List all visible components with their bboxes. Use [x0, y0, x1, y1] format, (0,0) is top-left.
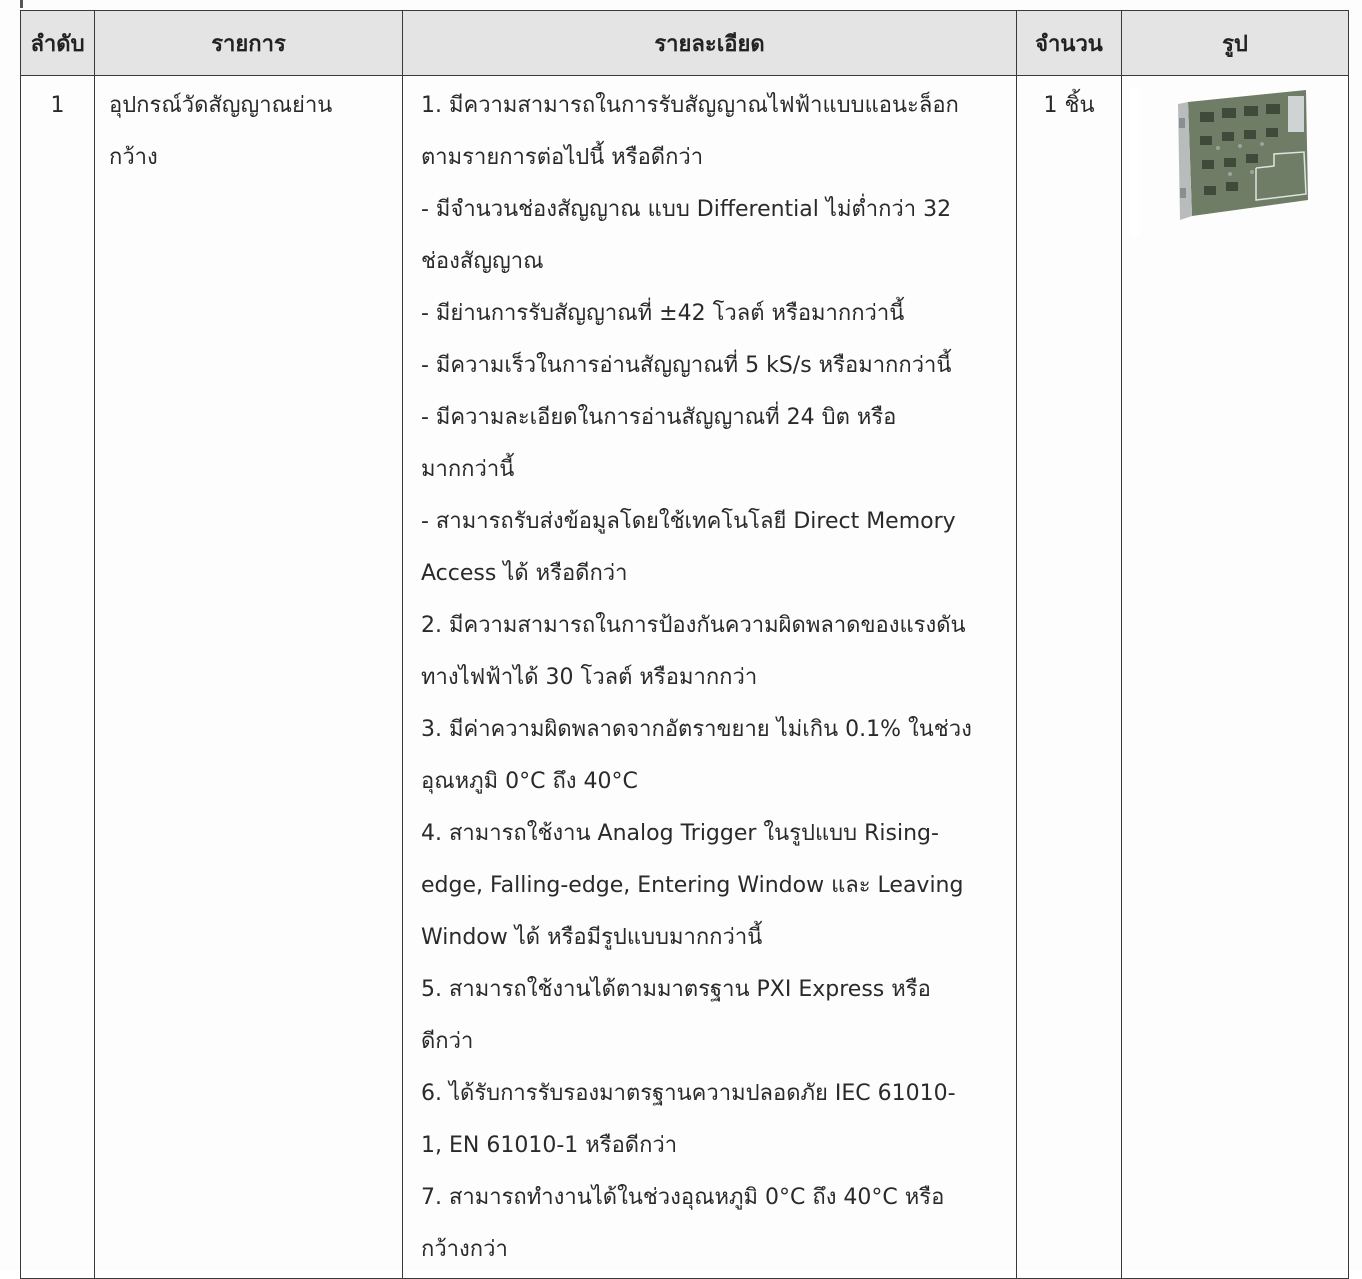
item-details: 1. มีความสามารถในการรับสัญญาณไฟฟ้าแบบแอน… [402, 75, 1017, 1279]
detail-line: 1, EN 61010-1 หรือดีกว่า [421, 1133, 678, 1158]
detail-line: ดีกว่า [421, 1029, 474, 1054]
product-image-cell [1121, 75, 1349, 1279]
detail-line: - มีจำนวนช่องสัญญาณ แบบ Differential ไม่… [421, 197, 952, 222]
detail-line: - สามารถรับส่งข้อมูลโดยใช้เทคโนโลยี Dire… [421, 509, 956, 534]
pxi-card-icon [1130, 88, 1340, 236]
detail-line: 3. มีค่าความผิดพลาดจากอัตราขยาย ไม่เกิน … [421, 717, 972, 742]
detail-line: Window ได้ หรือมีรูปแบบมากกว่านี้ [421, 925, 763, 950]
header-qty: จำนวน [1016, 10, 1122, 76]
detail-line: Access ได้ หรือดีกว่า [421, 561, 628, 586]
detail-line: ช่องสัญญาณ [421, 249, 544, 274]
detail-line: 7. สามารถทำงานได้ในช่วงอุณหภูมิ 0°C ถึง … [421, 1185, 945, 1210]
detail-line: - มีความละเอียดในการอ่านสัญญาณที่ 24 บิต… [421, 405, 897, 430]
table-row: 1 อุปกรณ์วัดสัญญาณย่าน กว้าง 1. มีความสา… [20, 75, 1349, 1279]
pxi-card-image [1178, 90, 1308, 220]
header-row: ลำดับ รายการ รายละเอียด จำนวน รูป [20, 10, 1349, 76]
detail-line: 5. สามารถใช้งานได้ตามมาตรฐาน PXI Express… [421, 977, 931, 1002]
detail-line: - มีย่านการรับสัญญาณที่ ±42 โวลต์ หรือมา… [421, 301, 905, 326]
quantity: 1 ชิ้น [1016, 75, 1122, 1279]
item-name-line: อุปกรณ์วัดสัญญาณย่าน [109, 93, 333, 118]
detail-line: 4. สามารถใช้งาน Analog Trigger ในรูปแบบ … [421, 821, 939, 846]
detail-line: ตามรายการต่อไปนี้ หรือดีกว่า [421, 145, 704, 170]
spec-table: ลำดับ รายการ รายละเอียด จำนวน รูป 1 อุปก… [20, 10, 1349, 1279]
detail-line: มากกว่านี้ [421, 457, 515, 482]
detail-line: อุณหภูมิ 0°C ถึง 40°C [421, 769, 638, 794]
scan-mark [20, 0, 23, 8]
header-detail: รายละเอียด [402, 10, 1017, 76]
header-image: รูป [1121, 10, 1349, 76]
row-number: 1 [20, 75, 95, 1279]
detail-line: 2. มีความสามารถในการป้องกันความผิดพลาดขอ… [421, 613, 966, 638]
detail-line: 6. ได้รับการรับรองมาตรฐานความปลอดภัย IEC… [421, 1081, 956, 1106]
detail-line: 1. มีความสามารถในการรับสัญญาณไฟฟ้าแบบแอน… [421, 93, 959, 118]
header-no: ลำดับ [20, 10, 95, 76]
header-item: รายการ [94, 10, 403, 76]
item-name: อุปกรณ์วัดสัญญาณย่าน กว้าง [94, 75, 403, 1279]
item-name-line: กว้าง [109, 145, 158, 170]
detail-line: edge, Falling-edge, Entering Window และ … [421, 873, 964, 898]
document-page: ลำดับ รายการ รายละเอียด จำนวน รูป 1 อุปก… [0, 0, 1362, 1279]
detail-line: กว้างกว่า [421, 1237, 508, 1262]
detail-line: - มีความเร็วในการอ่านสัญญาณที่ 5 kS/s หร… [421, 353, 952, 378]
detail-line: ทางไฟฟ้าได้ 30 โวลต์ หรือมากกว่า [421, 665, 758, 690]
